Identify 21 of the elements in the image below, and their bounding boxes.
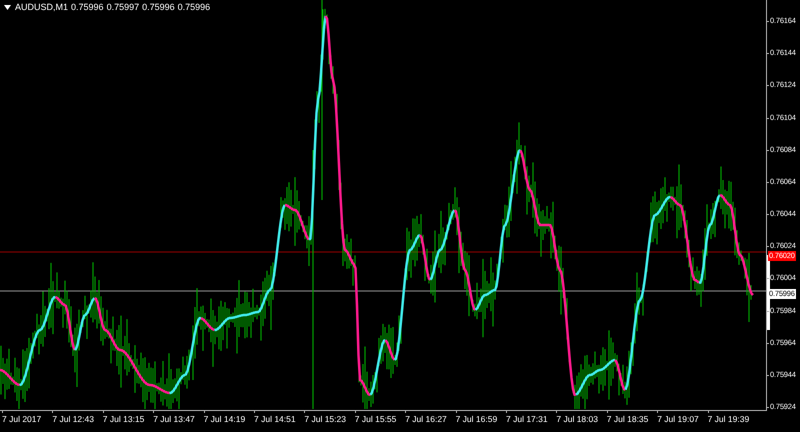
- time-label: 7 Jul 13:47: [153, 414, 195, 424]
- dropdown-icon[interactable]: [4, 4, 11, 10]
- symbol-label: AUDUSD,M1: [15, 2, 68, 12]
- time-label: 7 Jul 18:03: [556, 414, 598, 424]
- time-label: 7 Jul 12:43: [52, 414, 94, 424]
- time-label: 7 Jul 15:55: [354, 414, 396, 424]
- time-label: 7 Jul 14:51: [254, 414, 296, 424]
- time-label: 7 Jul 19:39: [708, 414, 750, 424]
- time-label: 7 Jul 15:23: [304, 414, 346, 424]
- time-label: 7 Jul 19:07: [657, 414, 699, 424]
- time-label: 7 Jul 14:19: [204, 414, 246, 424]
- time-label: 7 Jul 16:59: [456, 414, 498, 424]
- time-label: 7 Jul 16:27: [405, 414, 447, 424]
- quote-value: 0.75996: [142, 2, 175, 12]
- quote-value: 0.75996: [71, 2, 104, 12]
- time-label: 7 Jul 13:15: [102, 414, 144, 424]
- time-label: 7 Jul 17:31: [506, 414, 548, 424]
- time-label: 7 Jul 2017: [2, 414, 42, 424]
- quote-value: 0.75997: [106, 2, 140, 12]
- time-label: 7 Jul 18:35: [606, 414, 648, 424]
- quote-value: 0.75996: [178, 2, 210, 12]
